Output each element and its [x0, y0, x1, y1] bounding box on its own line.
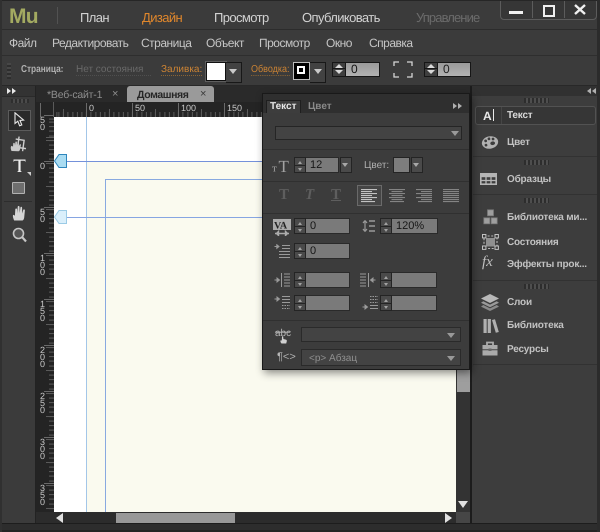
svg-text:T: T: [279, 158, 290, 173]
svg-text:т: т: [272, 163, 277, 174]
svg-text:VA: VA: [274, 221, 288, 232]
